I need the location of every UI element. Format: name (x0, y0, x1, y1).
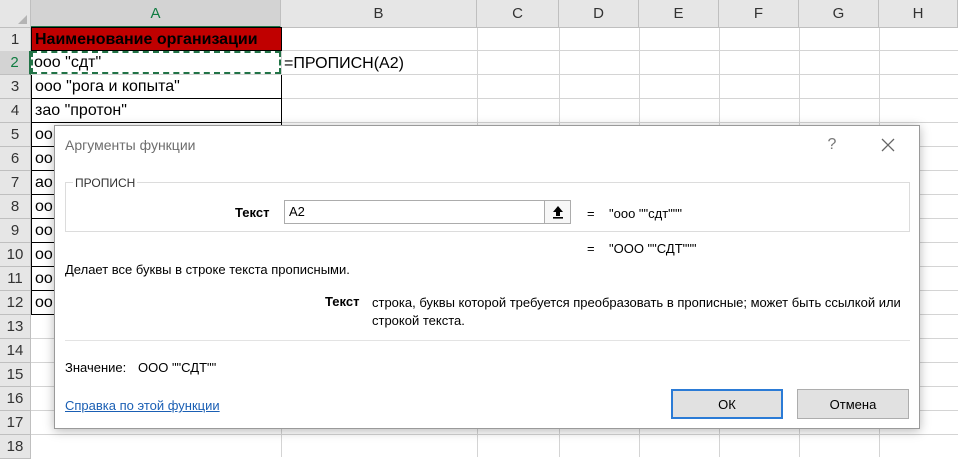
collapse-dialog-icon (552, 206, 563, 219)
column-header-e[interactable]: E (639, 0, 719, 28)
column-header-b[interactable]: B (281, 0, 477, 28)
dialog-title: Аргументы функции (65, 137, 196, 153)
arg-text-input[interactable]: A2 (284, 200, 571, 224)
cell-b2-formula[interactable]: =ПРОПИСН(A2) (284, 52, 404, 75)
row-header-7[interactable]: 7 (0, 171, 31, 195)
row-header-18[interactable]: 18 (0, 435, 31, 459)
column-header-f[interactable]: F (719, 0, 799, 28)
equals-sign: = (587, 206, 595, 221)
row-header-15[interactable]: 15 (0, 363, 31, 387)
row-header-11[interactable]: 11 (0, 267, 31, 291)
row-header-6[interactable]: 6 (0, 147, 31, 171)
dialog-titlebar[interactable]: Аргументы функции ? (55, 126, 919, 165)
row-header-16[interactable]: 16 (0, 387, 31, 411)
column-header-g[interactable]: G (799, 0, 879, 28)
result-value: ООО ""СДТ"" (138, 360, 217, 375)
collapse-dialog-button[interactable] (544, 201, 570, 223)
row-header-3[interactable]: 3 (0, 75, 31, 99)
row-header-10[interactable]: 10 (0, 243, 31, 267)
function-name: ПРОПИСН (73, 176, 138, 190)
row-header-8[interactable]: 8 (0, 195, 31, 219)
row-header-5[interactable]: 5 (0, 123, 31, 147)
divider (65, 340, 910, 341)
function-arguments-dialog: Аргументы функции ? ПРОПИСН Текст A2 = "… (54, 125, 920, 429)
result-label: Значение: (65, 360, 127, 375)
row-header-17[interactable]: 17 (0, 411, 31, 435)
help-button[interactable]: ? (822, 133, 842, 157)
equals-sign: = (587, 241, 595, 256)
column-header-a[interactable]: A (31, 0, 281, 28)
formula-result-preview: "ООО ""СДТ""" (609, 241, 697, 256)
row-header-14[interactable]: 14 (0, 339, 31, 363)
close-button[interactable] (874, 133, 902, 157)
row-header-12[interactable]: 12 (0, 291, 31, 315)
cell-a3[interactable]: ооо "рога и копыта" (31, 75, 282, 99)
column-header-c[interactable]: C (477, 0, 559, 28)
row-header-13[interactable]: 13 (0, 315, 31, 339)
cancel-button[interactable]: Отмена (797, 389, 909, 419)
select-all-button[interactable] (0, 0, 31, 28)
cell-a1[interactable]: Наименование организации (31, 27, 282, 51)
function-description: Делает все буквы в строке текста прописн… (65, 262, 350, 277)
arg-text-value: A2 (289, 204, 305, 219)
row-header-9[interactable]: 9 (0, 219, 31, 243)
arg-description-text: строка, буквы которой требуется преобраз… (372, 295, 901, 328)
column-header-d[interactable]: D (559, 0, 639, 28)
ok-button[interactable]: ОК (671, 389, 783, 419)
arg-label-text: Текст (235, 205, 270, 220)
cell-a4[interactable]: зао "протон" (31, 99, 282, 123)
row-header-4[interactable]: 4 (0, 99, 31, 123)
cell-a2[interactable]: ооо "сдт" (31, 51, 281, 75)
column-header-h[interactable]: H (879, 0, 958, 28)
gridline (31, 434, 958, 435)
arg-description-label: Текст (325, 294, 360, 309)
function-help-link[interactable]: Справка по этой функции (65, 398, 220, 413)
close-icon (881, 138, 895, 152)
row-header-2[interactable]: 2 (0, 51, 31, 75)
arg-result: "ооо ""сдт""" (609, 206, 683, 221)
row-header-1[interactable]: 1 (0, 28, 31, 52)
